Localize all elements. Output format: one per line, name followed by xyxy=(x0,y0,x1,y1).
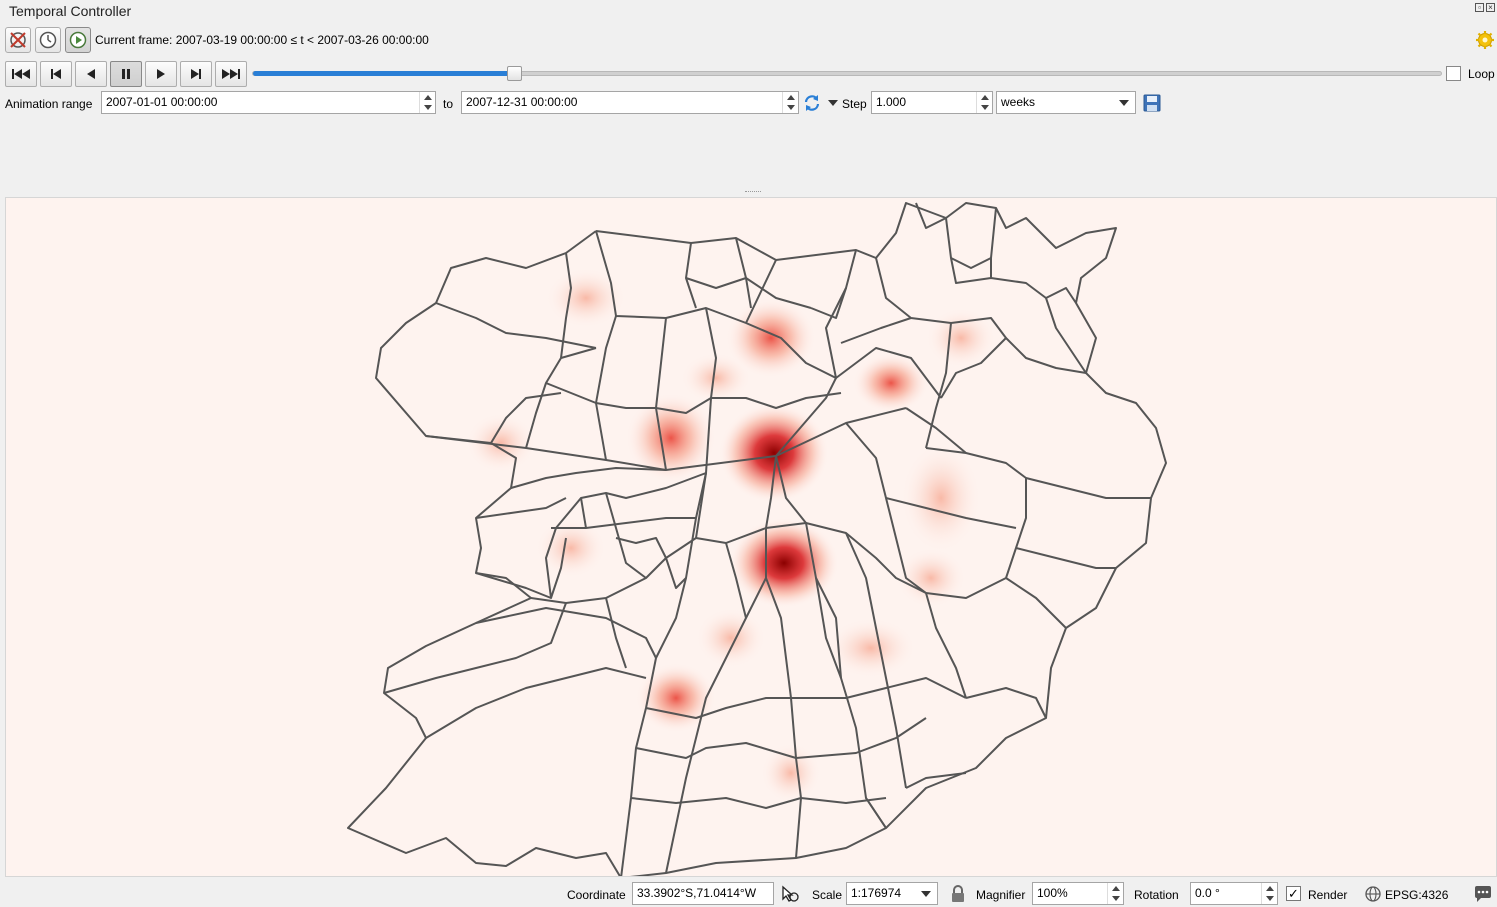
scale-value: 1:176974 xyxy=(851,886,902,900)
step-spinner[interactable] xyxy=(976,92,992,113)
frame-slider[interactable] xyxy=(252,66,1442,81)
splitter-handle[interactable] xyxy=(745,191,761,194)
globe-icon[interactable] xyxy=(1364,885,1382,903)
lock-icon[interactable] xyxy=(950,885,966,903)
chevron-down-icon xyxy=(1119,100,1129,106)
animated-mode-button[interactable] xyxy=(65,27,91,53)
previous-frame-button[interactable] xyxy=(40,61,72,87)
rotation-label: Rotation xyxy=(1134,888,1179,902)
gear-icon[interactable] xyxy=(1475,30,1495,50)
save-icon[interactable] xyxy=(1143,94,1161,112)
messages-icon[interactable] xyxy=(1473,884,1493,904)
range-toolbar: Animation range 2007-01-01 00:00:00 to 2… xyxy=(5,91,1495,115)
range-end-spinner[interactable] xyxy=(782,92,798,113)
map-canvas[interactable] xyxy=(5,197,1497,877)
float-panel-button[interactable]: ▫ xyxy=(1475,3,1484,12)
play-backward-icon xyxy=(87,69,95,79)
magnifier-spinner[interactable] xyxy=(1107,883,1123,904)
range-start-field[interactable]: 2007-01-01 00:00:00 xyxy=(101,91,436,114)
slider-handle[interactable] xyxy=(507,66,522,81)
crs-label[interactable]: EPSG:4326 xyxy=(1385,888,1448,902)
skip-to-end-icon xyxy=(222,69,240,79)
loop-checkbox[interactable] xyxy=(1446,66,1461,81)
clock-icon xyxy=(39,31,57,49)
step-unit-value: weeks xyxy=(1001,95,1036,109)
step-back-icon xyxy=(51,69,61,79)
magnifier-value: 100% xyxy=(1037,886,1068,900)
to-label: to xyxy=(443,97,454,111)
panel-title-bar: Temporal Controller ▫ × xyxy=(0,0,1497,24)
skip-to-end-button[interactable] xyxy=(215,61,247,87)
magnifier-field[interactable]: 100% xyxy=(1032,882,1124,905)
window-buttons: ▫ × xyxy=(1475,3,1495,12)
refresh-range-icon[interactable] xyxy=(802,93,822,113)
mode-toolbar: Current frame: 2007-03-19 00:00:00 ≤ t <… xyxy=(5,27,1495,55)
render-checkbox[interactable]: ✓ xyxy=(1286,886,1301,901)
render-label: Render xyxy=(1308,888,1348,902)
skip-to-start-icon xyxy=(12,69,30,79)
next-frame-button[interactable] xyxy=(180,61,212,87)
pause-button[interactable] xyxy=(110,61,142,87)
heat-spots xyxy=(466,268,996,803)
step-unit-select[interactable]: weeks xyxy=(996,91,1136,114)
coordinate-label: Coordinate xyxy=(567,888,626,902)
rotation-value: 0.0 ° xyxy=(1195,886,1220,900)
panel-title: Temporal Controller xyxy=(9,3,132,19)
range-options-dropdown[interactable] xyxy=(828,100,838,106)
scale-label: Scale xyxy=(812,888,843,902)
play-forward-button[interactable] xyxy=(145,61,177,87)
rotation-spinner[interactable] xyxy=(1261,883,1277,904)
range-start-value: 2007-01-01 00:00:00 xyxy=(106,95,218,109)
animation-range-label: Animation range xyxy=(5,97,93,111)
disabled-clock-icon xyxy=(10,32,26,48)
range-end-field[interactable]: 2007-12-31 00:00:00 xyxy=(461,91,799,114)
mouse-coordinate-icon[interactable] xyxy=(779,885,799,903)
fixed-range-button[interactable] xyxy=(35,27,61,53)
coordinate-value: 33.3902°S,71.0414°W xyxy=(637,886,757,900)
disable-temporal-button[interactable] xyxy=(5,27,31,53)
step-forward-icon xyxy=(191,69,201,79)
step-value: 1.000 xyxy=(876,95,907,109)
coordinate-field[interactable]: 33.3902°S,71.0414°W xyxy=(632,882,774,905)
close-panel-button[interactable]: × xyxy=(1486,3,1495,12)
loop-label: Loop xyxy=(1468,67,1495,81)
heatmap-layer xyxy=(347,202,1167,876)
range-end-value: 2007-12-31 00:00:00 xyxy=(466,95,578,109)
play-backward-button[interactable] xyxy=(75,61,107,87)
rewind-to-start-button[interactable] xyxy=(5,61,37,87)
chevron-down-icon xyxy=(921,891,931,897)
current-frame-label: Current frame: 2007-03-19 00:00:00 ≤ t <… xyxy=(95,33,429,47)
status-bar: Coordinate 33.3902°S,71.0414°W Scale 1:1… xyxy=(0,880,1497,907)
step-field[interactable]: 1.000 xyxy=(871,91,993,114)
range-start-spinner[interactable] xyxy=(419,92,435,113)
play-circle-icon xyxy=(69,31,87,49)
slider-progress xyxy=(253,71,514,76)
magnifier-label: Magnifier xyxy=(976,888,1026,902)
navigation-toolbar: Loop xyxy=(5,61,1495,87)
step-label: Step xyxy=(842,97,867,111)
scale-select[interactable]: 1:176974 xyxy=(846,882,938,905)
pause-icon xyxy=(122,69,130,79)
rotation-field[interactable]: 0.0 ° xyxy=(1190,882,1278,905)
play-icon xyxy=(157,69,165,79)
